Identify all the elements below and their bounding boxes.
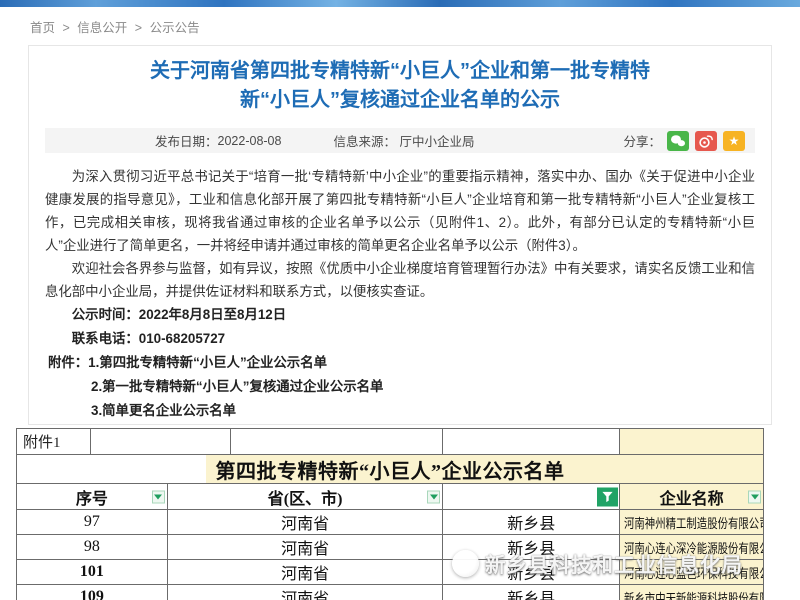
sheet-empty-cell bbox=[443, 429, 620, 455]
cell-company-text: 河南心连心蓝色环保科技有限公司 bbox=[624, 563, 764, 582]
weibo-icon[interactable] bbox=[695, 131, 717, 151]
cell-seq: 98 bbox=[17, 535, 168, 560]
cell-seq: 101 bbox=[17, 560, 168, 585]
breadcrumb-separator: > bbox=[135, 21, 142, 35]
page-title-line1: 关于河南省第四批专精特新“小巨人”企业和第一批专精特 bbox=[29, 57, 771, 86]
active-filter-funnel-icon bbox=[597, 487, 618, 506]
source-label: 信息来源： bbox=[333, 135, 396, 149]
top-blue-bar bbox=[0, 0, 800, 7]
page-title: 关于河南省第四批专精特新“小巨人”企业和第一批专精特 新“小巨人”复核通过企业名… bbox=[29, 57, 771, 115]
table-row: 97 河南省 新乡县 河南神州精工制造股份有限公司 bbox=[17, 510, 764, 535]
header-county bbox=[443, 484, 620, 510]
publish-date-label: 发布日期： bbox=[155, 131, 218, 150]
attachment-link-3[interactable]: 3.简单更名企业公示名单 bbox=[45, 399, 755, 423]
table-row: 101 河南省 新乡县 河南心连心蓝色环保科技有限公司 bbox=[17, 560, 764, 585]
attachments-label: 附件： bbox=[48, 355, 88, 370]
breadcrumb-info-disclosure[interactable]: 信息公开 bbox=[77, 21, 127, 35]
article-meta-bar: 发布日期： 2022-08-08 信息来源： 厅中小企业局 分享： ★ bbox=[45, 128, 755, 153]
sign-date: 2002年8月8日 bbox=[45, 424, 755, 425]
cell-company: 河南心连心深冷能源股份有限公司 bbox=[620, 535, 764, 560]
cell-company: 河南心连心蓝色环保科技有限公司 bbox=[620, 560, 764, 585]
wechat-icon[interactable] bbox=[667, 131, 689, 151]
cell-province: 河南省 bbox=[168, 510, 444, 535]
breadcrumb-separator: > bbox=[63, 21, 70, 35]
sheet-title-row: 第四批专精特新“小巨人”企业公示名单 bbox=[17, 455, 764, 484]
attachments-block: 附件：1.第四批专精特新“小巨人”企业公示名单 2.第一批专精特新“小巨人”复核… bbox=[45, 351, 755, 423]
sheet-empty-cell bbox=[91, 429, 231, 455]
cell-county: 新乡县 bbox=[443, 510, 620, 535]
cell-company: 河南神州精工制造股份有限公司 bbox=[620, 510, 764, 535]
header-company-label: 企业名称 bbox=[660, 485, 724, 509]
breadcrumb: 首页 > 信息公开 > 公示公告 bbox=[30, 17, 204, 36]
header-province: 省(区、市) bbox=[168, 484, 444, 510]
attachment-link-1[interactable]: 1.第四批专精特新“小巨人”企业公示名单 bbox=[88, 355, 327, 370]
share-label: 分享： bbox=[623, 131, 661, 150]
sheet-title: 第四批专精特新“小巨人”企业公示名单 bbox=[17, 455, 764, 484]
sheet-empty-cell bbox=[231, 429, 444, 455]
table-row: 98 河南省 新乡县 河南心连心深冷能源股份有限公司 bbox=[17, 535, 764, 560]
cell-company: 新乡市中天新能源科技股份有限公司 bbox=[620, 585, 764, 600]
table-row: 109 河南省 新乡县 新乡市中天新能源科技股份有限公司 bbox=[17, 585, 764, 600]
cell-seq: 109 bbox=[17, 585, 168, 600]
source-value: 厅中小企业局 bbox=[399, 135, 474, 149]
cell-company-text: 河南神州精工制造股份有限公司 bbox=[624, 513, 764, 532]
cell-county: 新乡县 bbox=[443, 585, 620, 600]
cell-province: 河南省 bbox=[168, 560, 444, 585]
header-province-label: 省(区、市) bbox=[268, 485, 343, 509]
cell-county: 新乡县 bbox=[443, 560, 620, 585]
attachment-link-2[interactable]: 2.第一批专精特新“小巨人”复核通过企业公示名单 bbox=[45, 375, 755, 399]
filter-dropdown-icon bbox=[748, 490, 761, 503]
sheet-empty-cell bbox=[620, 429, 764, 455]
cell-county: 新乡县 bbox=[443, 535, 620, 560]
filter-dropdown-icon bbox=[427, 490, 440, 503]
header-company: 企业名称 bbox=[620, 484, 764, 510]
article-container: 关于河南省第四批专精特新“小巨人”企业和第一批专精特 新“小巨人”复核通过企业名… bbox=[28, 45, 772, 425]
sheet-corner-label: 附件1 bbox=[17, 429, 91, 455]
cell-province: 河南省 bbox=[168, 585, 444, 600]
filter-dropdown-icon bbox=[152, 490, 165, 503]
paragraph-2: 欢迎社会各界参与监督，如有异议，按照《优质中小企业梯度培育管理暂行办法》中有关要… bbox=[45, 257, 755, 303]
cell-company-text: 新乡市中天新能源科技股份有限公司 bbox=[624, 588, 764, 600]
publish-date-value: 2022-08-08 bbox=[218, 134, 282, 148]
cell-province: 河南省 bbox=[168, 535, 444, 560]
sheet-corner-row: 附件1 bbox=[17, 429, 764, 455]
share-group: 分享： ★ bbox=[623, 131, 755, 151]
breadcrumb-home[interactable]: 首页 bbox=[30, 21, 55, 35]
page-title-line2: 新“小巨人”复核通过企业名单的公示 bbox=[29, 86, 771, 115]
cell-seq: 97 bbox=[17, 510, 168, 535]
qzone-star-icon[interactable]: ★ bbox=[723, 131, 745, 151]
attachment-spreadsheet: 附件1 第四批专精特新“小巨人”企业公示名单 序号 省(区、市) 企业名称 bbox=[16, 428, 764, 600]
contact-phone: 联系电话：010-68205727 bbox=[45, 327, 755, 351]
header-seq: 序号 bbox=[17, 484, 168, 510]
paragraph-1: 为深入贯彻习近平总书记关于“培育一批‘专精特新’中小企业”的重要指示精神，落实中… bbox=[45, 165, 755, 257]
header-seq-label: 序号 bbox=[76, 485, 108, 509]
sheet-header-row: 序号 省(区、市) 企业名称 bbox=[17, 484, 764, 510]
notice-time: 公示时间：2022年8月8日至8月12日 bbox=[45, 303, 755, 327]
article-body: 为深入贯彻习近平总书记关于“培育一批‘专精特新’中小企业”的重要指示精神，落实中… bbox=[29, 153, 771, 425]
breadcrumb-current: 公示公告 bbox=[150, 21, 200, 35]
cell-company-text: 河南心连心深冷能源股份有限公司 bbox=[624, 538, 764, 557]
